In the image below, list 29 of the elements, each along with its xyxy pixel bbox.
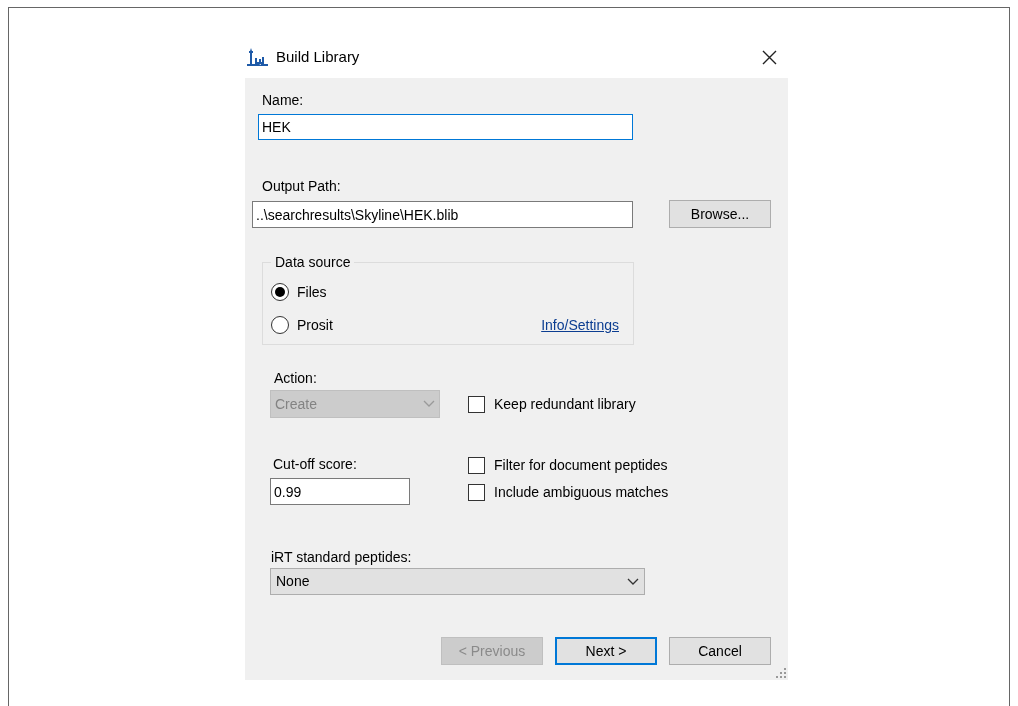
close-icon[interactable] <box>762 49 777 65</box>
checkbox-label: Filter for document peptides <box>494 455 668 475</box>
browse-button[interactable]: Browse... <box>669 200 771 228</box>
radio-button[interactable] <box>271 316 289 334</box>
chevron-icon <box>627 577 639 586</box>
cutoff-field[interactable]: 0.99 <box>270 478 410 505</box>
checkbox-label: Keep redundant library <box>494 394 636 414</box>
checkbox[interactable] <box>468 483 485 501</box>
irt-dropdown[interactable]: None <box>270 568 645 595</box>
radio-button[interactable] <box>271 283 289 301</box>
radio-label: Files <box>297 282 327 302</box>
info-settings-link[interactable]: Info/Settings <box>541 314 619 336</box>
output-path-label: Output Path: <box>262 177 342 195</box>
resize-grip-icon[interactable] <box>776 668 786 678</box>
name-field[interactable]: HEK <box>258 114 633 140</box>
dialog-button[interactable]: Next > <box>555 637 657 665</box>
chevron-icon <box>423 400 435 408</box>
irt-label: iRT standard peptides: <box>271 548 413 566</box>
name-label: Name: <box>262 91 305 109</box>
checkbox[interactable] <box>468 395 485 413</box>
output-path-field[interactable]: ..\searchresults\Skyline\HEK.blib <box>252 201 633 228</box>
cutoff-label: Cut-off score: <box>273 455 358 473</box>
checkbox-label: Include ambiguous matches <box>494 482 669 502</box>
window-title: Build Library <box>276 46 360 67</box>
checkbox[interactable] <box>468 456 485 474</box>
action-label: Action: <box>274 369 318 387</box>
dialog-button[interactable]: Cancel <box>669 637 771 665</box>
radio-label: Prosit <box>297 315 333 335</box>
app-icon <box>245 46 269 67</box>
